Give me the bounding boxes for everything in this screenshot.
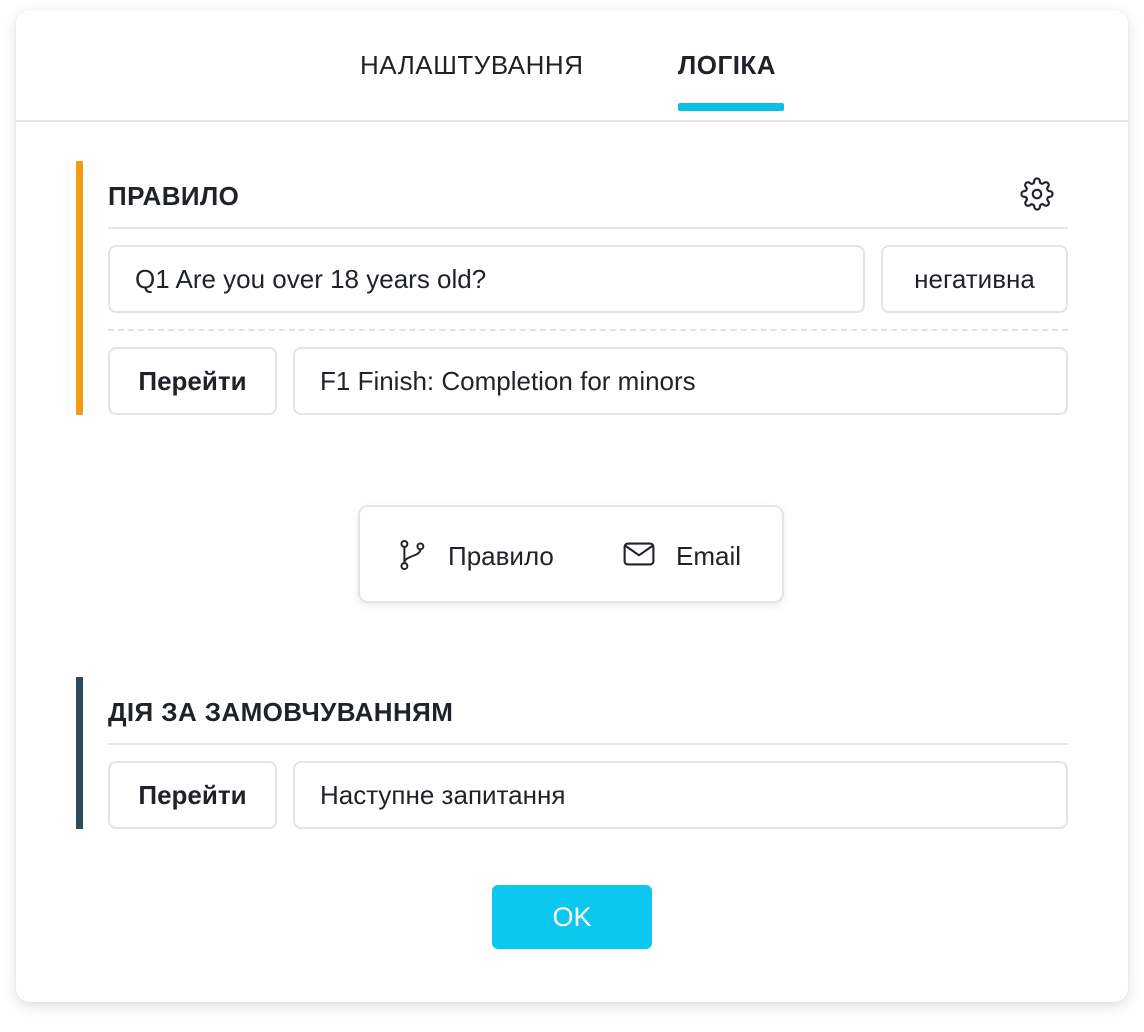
rule-condition-select[interactable]: негативна bbox=[881, 245, 1068, 313]
default-section-title: ДІЯ ЗА ЗАМОВЧУВАННЯМ bbox=[108, 697, 454, 727]
default-target-select[interactable]: Наступне запитання bbox=[293, 761, 1068, 829]
rule-target-select[interactable]: F1 Finish: Completion for minors bbox=[293, 347, 1068, 415]
rule-action-select[interactable]: Перейти bbox=[108, 347, 277, 415]
add-rule-label: Правило bbox=[448, 541, 554, 571]
gear-icon[interactable] bbox=[1020, 177, 1054, 211]
logic-dialog: НАЛАШТУВАННЯ ЛОГІКА ПРАВИЛО Q1 Are you o… bbox=[16, 10, 1128, 1002]
active-tab-indicator bbox=[678, 103, 784, 111]
branch-icon bbox=[400, 539, 425, 571]
tab-logic[interactable]: ЛОГІКА bbox=[678, 50, 776, 110]
rule-section-title: ПРАВИЛО bbox=[108, 181, 240, 211]
default-action-section: ДІЯ ЗА ЗАМОВЧУВАННЯМ Перейти Наступне за… bbox=[76, 677, 1068, 829]
default-action-select[interactable]: Перейти bbox=[108, 761, 277, 829]
add-menu: Правило Email bbox=[358, 505, 784, 603]
rule-question-select[interactable]: Q1 Are you over 18 years old? bbox=[108, 245, 865, 313]
default-section-header: ДІЯ ЗА ЗАМОВЧУВАННЯМ bbox=[108, 677, 1068, 745]
rule-section: ПРАВИЛО Q1 Are you over 18 years old? не… bbox=[76, 161, 1068, 415]
add-email-button[interactable]: Email bbox=[622, 537, 752, 577]
add-rule-button[interactable]: Правило bbox=[398, 537, 568, 577]
envelope-icon bbox=[623, 542, 655, 566]
default-section-bar bbox=[76, 677, 83, 829]
add-email-label: Email bbox=[676, 541, 742, 571]
tab-settings[interactable]: НАЛАШТУВАННЯ bbox=[360, 50, 583, 110]
rule-section-header: ПРАВИЛО bbox=[108, 161, 1068, 229]
rule-divider bbox=[108, 329, 1068, 331]
ok-button[interactable]: OK bbox=[492, 885, 652, 949]
rule-section-bar bbox=[76, 161, 83, 415]
tab-bar: НАЛАШТУВАННЯ ЛОГІКА bbox=[16, 10, 1128, 122]
